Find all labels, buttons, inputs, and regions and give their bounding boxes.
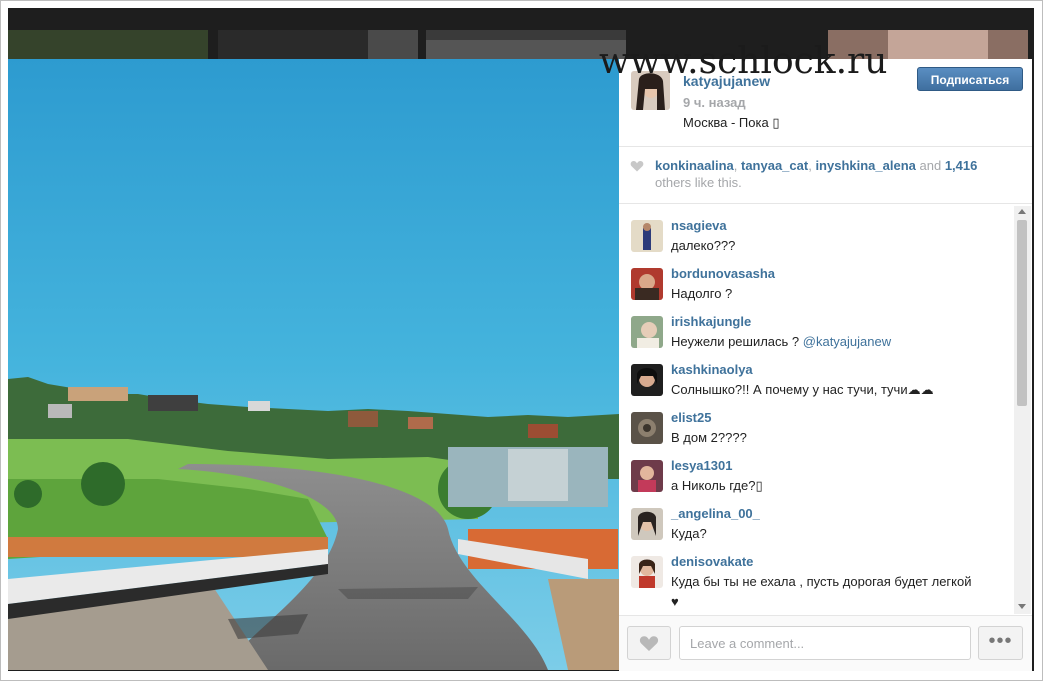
comment-item: elist25 В дом 2????	[619, 400, 1014, 448]
comment-item: bordunovasasha Надолго ?	[619, 256, 1014, 304]
comment-item: _angelina_00_ Куда?	[619, 496, 1014, 544]
more-options-button[interactable]: •••	[978, 626, 1023, 660]
likes-suffix: others like this.	[655, 175, 742, 190]
watermark: www.schlock.ru	[599, 41, 888, 82]
likes-count[interactable]: 1,416	[945, 158, 978, 173]
comment-item: irishkajungle Неужели решилась ? @katyaj…	[619, 304, 1014, 352]
comment-item: denisovakate Куда бы ты не ехала , пусть…	[619, 544, 1014, 614]
liker-username[interactable]: konkinaalina	[655, 158, 734, 173]
comment-item: nsagieva далеко???	[619, 208, 1014, 256]
heart-icon	[630, 160, 644, 172]
screenshot-frame: katyajujanew 9 ч. назад Москва - Пока ▯ …	[0, 0, 1043, 681]
comment-item: kashkinaolya Солнышко?!! А почему у нас …	[619, 352, 1014, 400]
commenter-avatar[interactable]	[631, 268, 663, 300]
commenter-avatar[interactable]	[631, 508, 663, 540]
comment-text: Куда?	[671, 526, 707, 541]
commenter-username[interactable]: kashkinaolya	[671, 362, 753, 377]
commenter-avatar[interactable]	[631, 460, 663, 492]
commenter-username[interactable]: _angelina_00_	[671, 506, 760, 521]
comment-input[interactable]	[679, 626, 971, 660]
commenter-avatar[interactable]	[631, 364, 663, 396]
comment-text-heart: ♥	[671, 594, 679, 609]
mention-link[interactable]: @katyajujanew	[803, 334, 891, 349]
commenter-username[interactable]: denisovakate	[671, 554, 753, 569]
comment-text: а Николь где?▯	[671, 478, 763, 493]
commenter-username[interactable]: nsagieva	[671, 218, 727, 233]
heart-icon	[639, 636, 659, 651]
more-options-icon: •••	[988, 630, 1013, 652]
scroll-down-arrow-icon[interactable]	[1018, 604, 1026, 609]
commenter-avatar[interactable]	[631, 412, 663, 444]
like-button[interactable]	[627, 626, 671, 660]
post-caption: Москва - Пока ▯	[683, 115, 780, 130]
comment-text: Неужели решилась ? @katyajujanew	[671, 334, 892, 349]
comment-text: Куда бы ты не ехала , пусть дорогая буде…	[671, 574, 972, 589]
follow-button[interactable]: Подписаться	[917, 67, 1023, 91]
post-photo[interactable]	[8, 59, 619, 670]
commenter-avatar[interactable]	[631, 316, 663, 348]
commenter-username[interactable]: irishkajungle	[671, 314, 751, 329]
liker-username[interactable]: inyshkina_alena	[815, 158, 915, 173]
commenter-username[interactable]: elist25	[671, 410, 711, 425]
comment-text: Надолго ?	[671, 286, 733, 301]
likes-summary: konkinaalina, tanyaa_cat, inyshkina_alen…	[655, 158, 978, 190]
liker-username[interactable]: tanyaa_cat	[741, 158, 808, 173]
comment-text: В дом 2????	[671, 430, 747, 445]
comment-text: Солнышко?!! А почему у нас тучи, тучи☁☁	[671, 382, 934, 397]
commenter-username[interactable]: bordunovasasha	[671, 266, 775, 281]
post-details-panel: katyajujanew 9 ч. назад Москва - Пока ▯ …	[619, 59, 1032, 671]
comments-scrollbar[interactable]	[1014, 206, 1031, 614]
likes-section: konkinaalina, tanyaa_cat, inyshkina_alen…	[619, 147, 1032, 204]
commenter-username[interactable]: lesya1301	[671, 458, 732, 473]
scroll-up-arrow-icon[interactable]	[1018, 209, 1026, 214]
commenter-avatar[interactable]	[631, 556, 663, 588]
comment-text: далеко???	[671, 238, 736, 253]
commenter-avatar[interactable]	[631, 220, 663, 252]
post-timestamp[interactable]: 9 ч. назад	[683, 95, 746, 110]
comment-item: lesya1301 а Николь где?▯	[619, 448, 1014, 496]
comment-bar: •••	[619, 615, 1032, 671]
comments-list[interactable]: nsagieva далеко??? bordunovasasha Надолг…	[619, 204, 1014, 614]
scrollbar-thumb[interactable]	[1017, 220, 1027, 406]
